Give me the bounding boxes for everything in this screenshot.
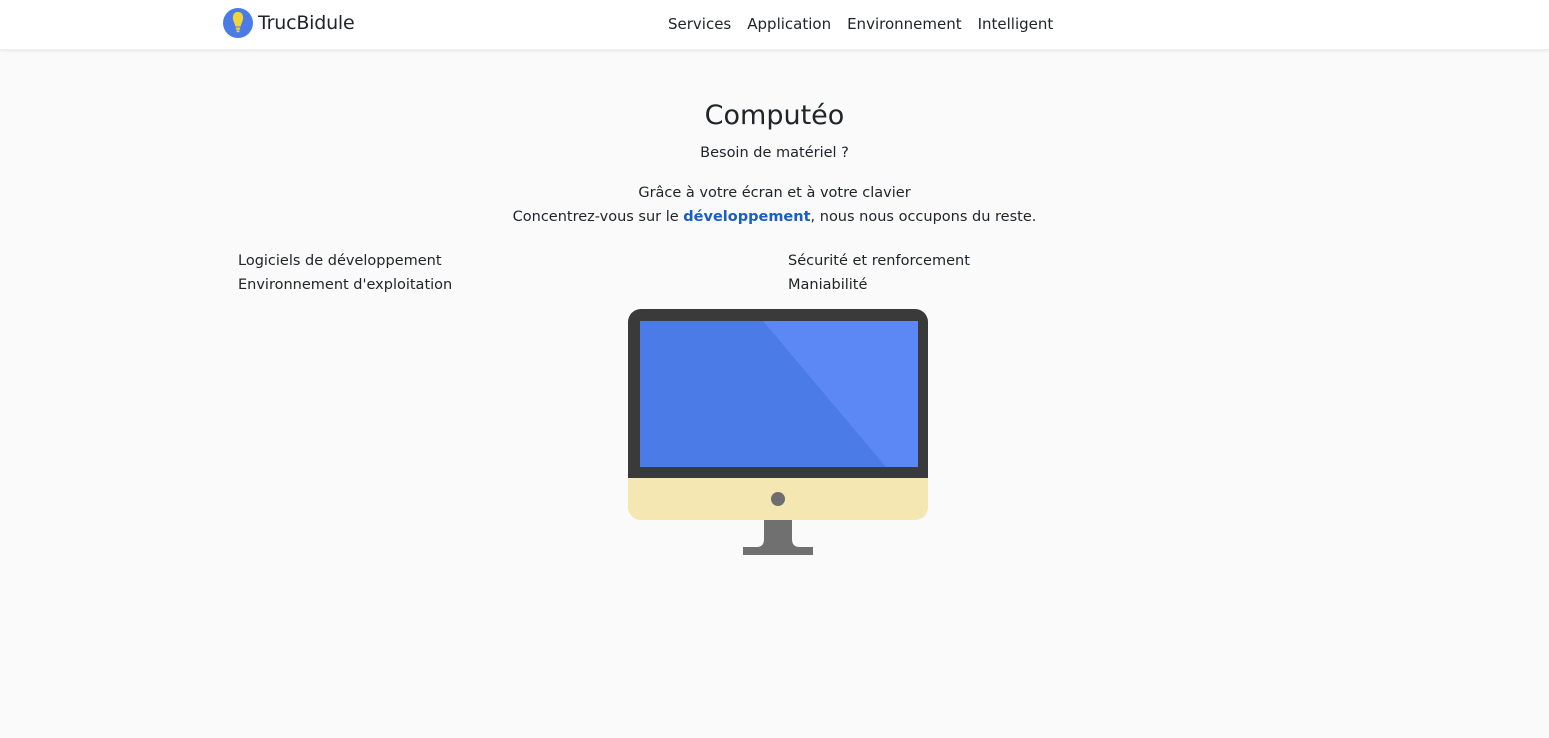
features-right: Sécurité et renforcement Maniabilité <box>788 249 970 297</box>
page-title: Computéo <box>704 100 845 131</box>
page-subtitle: Besoin de matériel ? <box>700 145 849 161</box>
monitor-button <box>771 492 785 506</box>
nav-item-application[interactable]: Application <box>739 0 839 48</box>
monitor-stand <box>743 520 813 555</box>
brand-name: TrucBidule <box>258 12 355 34</box>
feature-item: Environnement d'exploitation <box>238 277 453 293</box>
tagline-line-1: Grâce à votre écran et à votre clavier <box>638 185 911 201</box>
nav-item-intelligent[interactable]: Intelligent <box>970 0 1062 48</box>
feature-item: Sécurité et renforcement <box>788 253 970 269</box>
nav-item-services[interactable]: Services <box>660 0 739 48</box>
main-nav: Services Application Environnement Intel… <box>660 0 1061 48</box>
features-left: Logiciels de développement Environnement… <box>238 249 452 297</box>
feature-item: Logiciels de développement <box>238 253 442 269</box>
feature-item: Maniabilité <box>788 277 868 293</box>
lightbulb-logo-icon <box>223 8 253 38</box>
desktop-monitor-illustration <box>628 309 928 555</box>
tagline-text-before: Concentrez-vous sur le <box>512 209 684 225</box>
navbar: TrucBidule Services Application Environn… <box>0 0 1549 50</box>
tagline-text-after: , nous nous occupons du reste. <box>810 209 1037 225</box>
nav-item-environnement[interactable]: Environnement <box>839 0 970 48</box>
tagline-line-2: Concentrez-vous sur le développement, no… <box>0 209 1549 225</box>
tagline-highlight: développement <box>683 209 811 225</box>
brand-link[interactable]: TrucBidule <box>222 7 355 39</box>
